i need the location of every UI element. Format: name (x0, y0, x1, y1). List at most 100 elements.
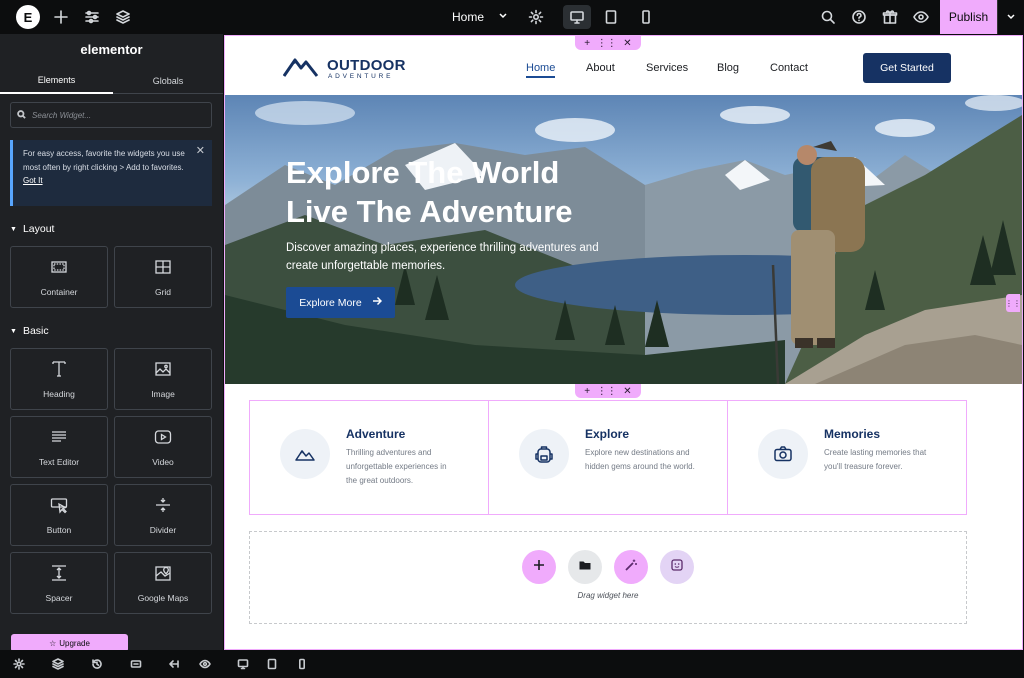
category-label: Basic (22, 325, 49, 337)
close-icon[interactable]: ✕ (623, 38, 631, 49)
page-selector[interactable]: Home (452, 7, 508, 27)
history-icon[interactable] (89, 656, 105, 672)
settings-icon[interactable] (11, 656, 27, 672)
divider-icon (153, 495, 173, 517)
widget-image[interactable]: Image (114, 348, 212, 410)
widget-spacer[interactable]: Spacer (10, 552, 108, 614)
gear-icon[interactable] (526, 7, 546, 27)
section-handle[interactable]: + ⋮⋮ ✕ (575, 384, 641, 398)
widget-heading[interactable]: Heading (10, 348, 108, 410)
widget-panel: elementor Elements Globals Search Widget… (0, 34, 223, 652)
sliders-icon[interactable] (82, 7, 102, 27)
eye-icon[interactable] (911, 7, 931, 27)
widget-drop-zone[interactable]: Drag widget here (249, 531, 967, 624)
widget-divider[interactable]: Divider (114, 484, 212, 546)
desktop-icon[interactable] (235, 656, 251, 672)
category-basic[interactable]: ▼ Basic (10, 325, 49, 337)
elementor-logo[interactable]: E (16, 5, 40, 29)
elementor-editor: E Home Publish elementor Elements Global… (0, 0, 1024, 678)
feature-title: Memories (824, 427, 881, 441)
add-icon[interactable]: + (584, 386, 590, 397)
mountain-icon (280, 429, 330, 479)
widget-label: Container (40, 287, 78, 297)
upgrade-label: Upgrade (59, 638, 90, 648)
nav-about[interactable]: About (586, 62, 615, 74)
tablet-icon[interactable] (264, 656, 280, 672)
mobile-icon[interactable] (294, 656, 310, 672)
widget-video[interactable]: Video (114, 416, 212, 478)
preview-canvas[interactable]: OUTDOOR ADVENTURE Home About Services Bl… (224, 35, 1023, 650)
plus-icon (532, 558, 546, 577)
backpack-icon (519, 429, 569, 479)
features-section: Adventure Thrilling adventures and unfor… (249, 400, 967, 515)
widget-button[interactable]: Button (10, 484, 108, 546)
resize-handle[interactable]: ⋮⋮ (1005, 294, 1021, 312)
panel-title: elementor (80, 42, 143, 57)
top-bar: E Home Publish (0, 0, 1024, 34)
nav-home[interactable]: Home (526, 62, 556, 78)
widget-label: Image (151, 389, 175, 399)
brand-logo[interactable]: OUTDOOR ADVENTURE (282, 54, 406, 83)
add-section-button[interactable] (522, 550, 556, 584)
video-icon (153, 427, 173, 449)
brand-name: OUTDOOR (327, 56, 406, 74)
feature-card-memories[interactable]: Memories Create lasting memories that yo… (728, 401, 966, 514)
section-handle[interactable]: + ⋮⋮ ✕ (575, 36, 641, 50)
search-placeholder: Search Widget... (32, 110, 92, 120)
nav-contact[interactable]: Contact (770, 62, 808, 74)
add-template-button[interactable] (568, 550, 602, 584)
drop-zone-actions (522, 550, 694, 584)
feature-card-explore[interactable]: Explore Explore new destinations and hid… (489, 401, 728, 514)
category-label: Layout (22, 223, 55, 235)
add-icon[interactable] (51, 7, 71, 27)
widget-container[interactable]: Container (10, 246, 108, 308)
layers-icon[interactable] (113, 7, 133, 27)
feature-description: Thrilling adventures and unforgettable e… (346, 448, 447, 485)
heading-icon (49, 359, 69, 381)
publish-button[interactable]: Publish (940, 0, 997, 34)
widget-label: Google Maps (137, 593, 189, 603)
help-icon[interactable] (849, 7, 869, 27)
explore-more-button[interactable]: Explore More (286, 287, 395, 318)
widget-label: Spacer (45, 593, 73, 603)
hero-section[interactable]: Explore The World Live The Adventure Dis… (225, 95, 1022, 384)
widget-google-maps[interactable]: Google Maps (114, 552, 212, 614)
responsive-icon[interactable] (128, 656, 144, 672)
feature-description: Explore new destinations and hidden gems… (585, 448, 695, 471)
got-it-link[interactable]: Got It (23, 176, 43, 185)
feature-card-adventure[interactable]: Adventure Thrilling adventures and unfor… (250, 401, 489, 514)
widget-label: Button (46, 525, 72, 535)
smiley-box-icon (670, 558, 684, 577)
feature-title: Explore (585, 427, 630, 441)
get-started-button[interactable]: Get Started (863, 53, 951, 83)
search-widget-input[interactable]: Search Widget... (10, 102, 212, 128)
publish-options-chevron-icon[interactable] (997, 0, 1024, 34)
nav-services[interactable]: Services (646, 62, 688, 74)
widget-text-editor[interactable]: Text Editor (10, 416, 108, 478)
close-icon[interactable]: ✕ (623, 386, 631, 397)
arrow-right-icon (372, 296, 382, 309)
tablet-icon[interactable] (601, 7, 621, 27)
drag-handle-icon[interactable]: ⋮⋮ (597, 38, 617, 49)
kit-library-button[interactable] (660, 550, 694, 584)
close-icon[interactable]: ✕ (196, 145, 205, 159)
widget-label: Divider (149, 525, 177, 535)
notice-text: For easy access, favorite the widgets yo… (23, 149, 185, 172)
tab-elements[interactable]: Elements (0, 68, 113, 94)
desktop-icon[interactable] (563, 5, 591, 29)
widget-grid[interactable]: Grid (114, 246, 212, 308)
navigator-icon[interactable] (166, 656, 182, 672)
tab-globals[interactable]: Globals (113, 68, 223, 94)
preview-eye-icon[interactable] (197, 656, 213, 672)
hero-title-line-2: Live The Adventure (286, 194, 573, 229)
page-name: Home (452, 10, 485, 24)
ai-generate-button[interactable] (614, 550, 648, 584)
search-icon[interactable] (818, 7, 838, 27)
category-layout[interactable]: ▼ Layout (10, 223, 54, 235)
nav-blog[interactable]: Blog (717, 62, 739, 74)
layers-icon[interactable] (50, 656, 66, 672)
mobile-icon[interactable] (636, 7, 656, 27)
add-icon[interactable]: + (584, 38, 590, 49)
drag-handle-icon[interactable]: ⋮⋮ (597, 386, 617, 397)
gift-icon[interactable] (880, 7, 900, 27)
